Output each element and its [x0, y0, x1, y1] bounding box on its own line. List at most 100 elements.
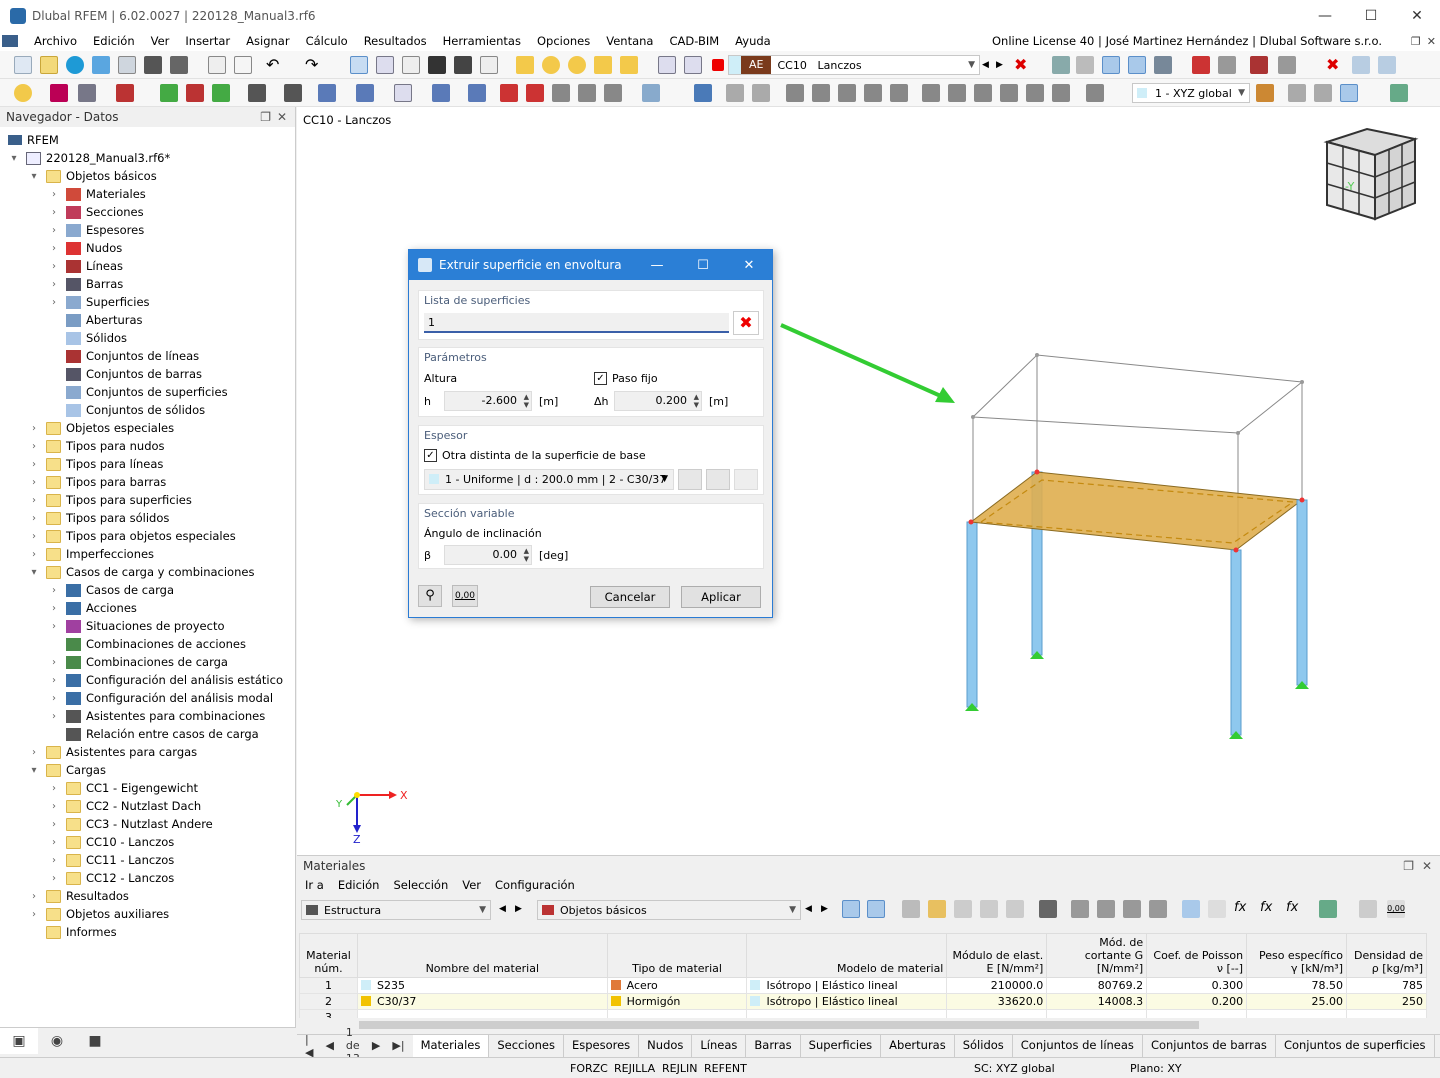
cell-nu[interactable]: 0.300 — [1146, 977, 1248, 994]
panel-menu-edicion[interactable]: Edición — [338, 878, 394, 892]
panel-menu-ir[interactable]: Ir a — [305, 878, 338, 892]
opening-tool-icon[interactable] — [356, 84, 374, 102]
expand-icon[interactable]: › — [48, 837, 60, 848]
move-icon[interactable] — [786, 84, 804, 102]
select-window-icon[interactable] — [752, 84, 770, 102]
node-load-icon[interactable] — [500, 84, 518, 102]
next-icon[interactable]: ▶ — [515, 904, 522, 914]
menu-cad-bim[interactable]: CAD-BIM — [661, 34, 727, 48]
guide-icon[interactable] — [1340, 84, 1358, 102]
paste-icon[interactable] — [1123, 900, 1141, 918]
prev-page-icon[interactable]: ◀ — [325, 1039, 333, 1052]
step-input[interactable]: 0.200 ▲ ▼ — [614, 391, 702, 411]
tree-item[interactable]: › Tipos para sólidos — [28, 509, 169, 527]
report-icon[interactable] — [208, 56, 226, 74]
tree-item[interactable]: › Superficies — [48, 293, 150, 311]
tree-item[interactable]: › Tipos para líneas — [28, 455, 163, 473]
tree-item[interactable]: Conjuntos de sólidos — [48, 401, 205, 419]
snap-icon[interactable] — [1256, 84, 1274, 102]
last-page-icon[interactable]: ▶| — [392, 1039, 404, 1052]
expand-icon[interactable]: › — [48, 657, 60, 668]
status-refent[interactable]: REFENT — [700, 1060, 751, 1077]
dimension-icon[interactable] — [248, 84, 266, 102]
cell-nu[interactable]: 0.200 — [1146, 993, 1248, 1010]
edit-thickness-icon[interactable] — [706, 469, 730, 490]
tree-item[interactable]: › Asistentes para cargas — [28, 743, 197, 761]
panel-restore-icon[interactable]: ❐ — [1403, 859, 1414, 873]
display-tab-eye-icon[interactable]: ◉ — [38, 1028, 76, 1054]
column[interactable] — [1296, 499, 1308, 686]
expand-icon[interactable]: › — [48, 693, 60, 704]
expand-icon[interactable]: › — [28, 441, 40, 452]
spinner-icon[interactable]: ▲ ▼ — [524, 393, 529, 409]
clear-list-icon[interactable]: ✖ — [733, 311, 759, 335]
insert-row-icon[interactable] — [954, 900, 972, 918]
extend-icon[interactable] — [1026, 84, 1044, 102]
menu-edicion[interactable]: Edición — [85, 34, 143, 48]
prev-icon[interactable]: ◀ — [805, 904, 812, 914]
col-header-name[interactable]: Nombre del material — [356, 933, 608, 978]
document-icon[interactable] — [234, 56, 252, 74]
tree-item[interactable]: › CC12 - Lanczos — [48, 869, 174, 887]
expand-icon[interactable]: › — [48, 819, 60, 830]
tab-materiales[interactable]: Materiales — [412, 1034, 490, 1057]
tree-item[interactable]: › Espesores — [48, 221, 144, 239]
select-icon[interactable] — [726, 84, 744, 102]
line-support-icon[interactable] — [212, 84, 230, 102]
expand-icon[interactable]: › — [28, 459, 40, 470]
coordinate-system-select[interactable]: 1 - XYZ global ▼ — [1132, 83, 1250, 103]
calc-model-icon[interactable] — [516, 56, 534, 74]
expand-icon[interactable]: › — [48, 801, 60, 812]
tab-more[interactable]: C — [1435, 1035, 1440, 1057]
spinner-icon[interactable]: ▲ ▼ — [694, 393, 699, 409]
status-rejlin[interactable]: REJLIN — [658, 1060, 701, 1077]
col-header-e[interactable]: Módulo de elast. E [N/mm²] — [946, 933, 1048, 978]
polyline-tool-icon[interactable] — [116, 84, 134, 102]
expand-icon[interactable]: › — [48, 783, 60, 794]
tree-item[interactable]: › Objetos especiales — [28, 419, 174, 437]
col-header-rho[interactable]: Densidad de ρ [kg/m³] — [1346, 933, 1427, 978]
new-thickness-icon[interactable] — [678, 469, 702, 490]
surface-list-input[interactable]: 1 — [424, 313, 729, 333]
cell-rho[interactable]: 785 — [1346, 977, 1427, 994]
col-header-no[interactable]: Material núm. — [299, 933, 358, 978]
minimize-button[interactable]: — — [1302, 0, 1348, 31]
cell-model[interactable]: Isótropo | Elástico lineal — [746, 993, 948, 1010]
dialog-maximize-button[interactable]: ☐ — [680, 250, 726, 280]
next-icon[interactable]: ▶ — [821, 904, 828, 914]
close-button[interactable]: ✕ — [1394, 0, 1440, 31]
tree-item[interactable]: › Materiales — [48, 185, 146, 203]
tree-item[interactable]: ▾ Objetos básicos — [28, 167, 156, 185]
status-rejilla[interactable]: REJILLA — [610, 1060, 659, 1077]
calc-all-icon[interactable] — [568, 56, 586, 74]
tab-aberturas[interactable]: Aberturas — [881, 1034, 955, 1057]
vertical-scrollbar[interactable] — [1428, 933, 1440, 1018]
pin-icon[interactable]: ❐ — [260, 110, 271, 124]
tree-item[interactable]: ▾ Casos de carga y combinaciones — [28, 563, 254, 581]
tree-item[interactable]: › CC10 - Lanczos — [48, 833, 174, 851]
tree-item[interactable]: › CC1 - Eigengewicht — [48, 779, 198, 797]
tree-item[interactable]: › Configuración del análisis modal — [48, 689, 273, 707]
load-next-icon[interactable] — [684, 56, 702, 74]
expand-icon[interactable]: › — [48, 243, 60, 254]
connect-icon[interactable] — [1000, 84, 1018, 102]
work-plane-icon[interactable] — [1086, 84, 1104, 102]
thickness-select[interactable]: 1 - Uniforme | d : 200.0 mm | 2 - C30/37… — [424, 469, 674, 490]
tree-item[interactable]: › Asistentes para combinaciones — [48, 707, 265, 725]
maximize-button[interactable]: ☐ — [1348, 0, 1394, 31]
view-cube[interactable]: -Y — [1323, 127, 1419, 221]
tree-item[interactable]: Combinaciones de acciones — [48, 635, 246, 653]
cell-e[interactable]: 33620.0 — [946, 993, 1048, 1010]
solid-tool-icon[interactable] — [394, 84, 412, 102]
tree-item[interactable]: › Combinaciones de carga — [48, 653, 228, 671]
delete-results-icon[interactable]: ✖ — [1014, 56, 1032, 74]
copy-icon[interactable] — [838, 84, 856, 102]
other-thickness-checkbox[interactable]: ✓ — [424, 449, 437, 462]
expand-icon[interactable]: › — [48, 189, 60, 200]
cancel-button[interactable]: Cancelar — [590, 586, 670, 608]
tree-item[interactable]: › Configuración del análisis estático — [48, 671, 283, 689]
menu-resultados[interactable]: Resultados — [356, 34, 435, 48]
select-in-model-icon[interactable] — [867, 900, 885, 918]
col-header-model[interactable]: Modelo de material — [746, 933, 948, 978]
expand-icon[interactable]: › — [48, 675, 60, 686]
